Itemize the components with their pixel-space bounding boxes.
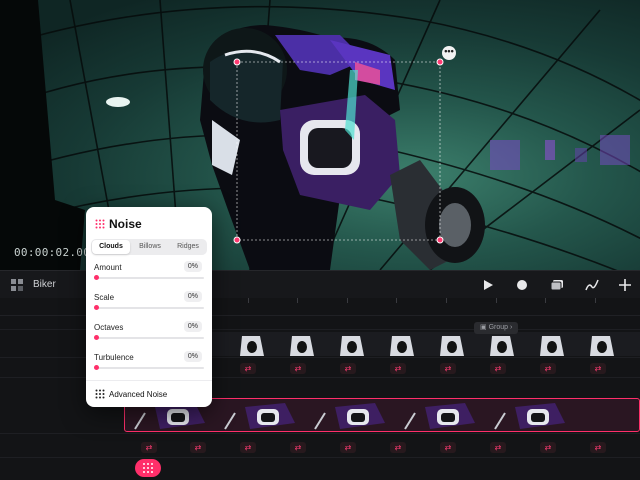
turbulence-slider-track[interactable] (94, 367, 204, 369)
keyframe[interactable]: ⇄ (390, 442, 406, 453)
turbulence-slider-knob[interactable] (94, 365, 99, 370)
play-button[interactable] (479, 276, 497, 294)
keyframe[interactable]: ⇄ (540, 442, 556, 453)
keyframe[interactable]: ⇄ (490, 363, 506, 374)
tab-clouds[interactable]: Clouds (92, 240, 130, 254)
add-icon (619, 279, 631, 291)
more-options-button[interactable]: ••• (442, 46, 456, 60)
advanced-noise-button[interactable]: Advanced Noise (109, 390, 167, 399)
keyframe[interactable]: ⇄ (390, 363, 406, 374)
add-button[interactable] (616, 276, 634, 294)
keyframe[interactable]: ⇄ (340, 442, 356, 453)
keyframe[interactable]: ⇄ (340, 363, 356, 374)
clip-thumbnails (212, 332, 640, 356)
keyframe[interactable]: ⇄ (141, 442, 157, 453)
turbulence-value[interactable]: 0% (183, 351, 202, 362)
panel-title: Noise (109, 217, 142, 231)
octaves-slider-knob[interactable] (94, 335, 99, 340)
scale-value[interactable]: 0% (183, 291, 202, 302)
amount-control: Amount 0% (94, 261, 206, 285)
noise-effect-button[interactable] (135, 459, 161, 477)
keyframe[interactable]: ⇄ (590, 363, 606, 374)
timecode: 00:00:02.001 (14, 246, 98, 259)
project-icon (11, 279, 23, 291)
amount-slider-track[interactable] (94, 277, 204, 279)
project-name: Biker (33, 279, 56, 290)
noise-grid-icon (143, 463, 153, 473)
amount-slider-knob[interactable] (94, 275, 99, 280)
amount-label: Amount (94, 263, 122, 272)
turbulence-control: Turbulence 0% (94, 351, 206, 375)
keyframe[interactable]: ⇄ (490, 442, 506, 453)
pen-icon (585, 279, 599, 291)
noise-type-tabs: Clouds Billows Ridges (91, 239, 207, 255)
keyframe[interactable]: ⇄ (440, 442, 456, 453)
clip-1[interactable] (212, 332, 640, 356)
tab-billows[interactable]: Billows (131, 239, 169, 255)
record-button[interactable] (513, 276, 531, 294)
noise-panel: Noise Clouds Billows Ridges Amount 0% Sc… (86, 207, 212, 407)
keyframe[interactable]: ⇄ (590, 442, 606, 453)
keyframe[interactable]: ⇄ (290, 363, 306, 374)
play-icon (484, 280, 493, 290)
group-chip[interactable]: ▣ Group › (474, 322, 519, 334)
noise-icon (95, 219, 105, 229)
octaves-label: Octaves (94, 323, 124, 332)
keyframe[interactable]: ⇄ (240, 363, 256, 374)
octaves-value[interactable]: 0% (183, 321, 202, 332)
scale-slider-track[interactable] (94, 307, 204, 309)
scale-slider-knob[interactable] (94, 305, 99, 310)
layers-icon (550, 280, 563, 291)
scale-label: Scale (94, 293, 115, 302)
keyframe[interactable]: ⇄ (440, 363, 456, 374)
keyframe[interactable]: ⇄ (540, 363, 556, 374)
turbulence-label: Turbulence (94, 353, 134, 362)
panel-divider (86, 380, 212, 381)
octaves-slider-track[interactable] (94, 337, 204, 339)
keyframe[interactable]: ⇄ (190, 442, 206, 453)
group-chip-label: Group (488, 324, 509, 331)
keyframe-row-2: ⇄ ⇄ ⇄ ⇄ ⇄ ⇄ ⇄ ⇄ ⇄ ⇄ (0, 436, 640, 458)
octaves-control: Octaves 0% (94, 321, 206, 345)
layers-button[interactable] (548, 276, 566, 294)
record-icon (517, 280, 527, 290)
amount-value[interactable]: 0% (183, 261, 202, 272)
scale-control: Scale 0% (94, 291, 206, 315)
keyframe[interactable]: ⇄ (290, 442, 306, 453)
advanced-noise-icon (95, 389, 105, 399)
keyframe[interactable]: ⇄ (240, 442, 256, 453)
pen-tool-button[interactable] (583, 276, 601, 294)
tab-ridges[interactable]: Ridges (169, 239, 207, 255)
